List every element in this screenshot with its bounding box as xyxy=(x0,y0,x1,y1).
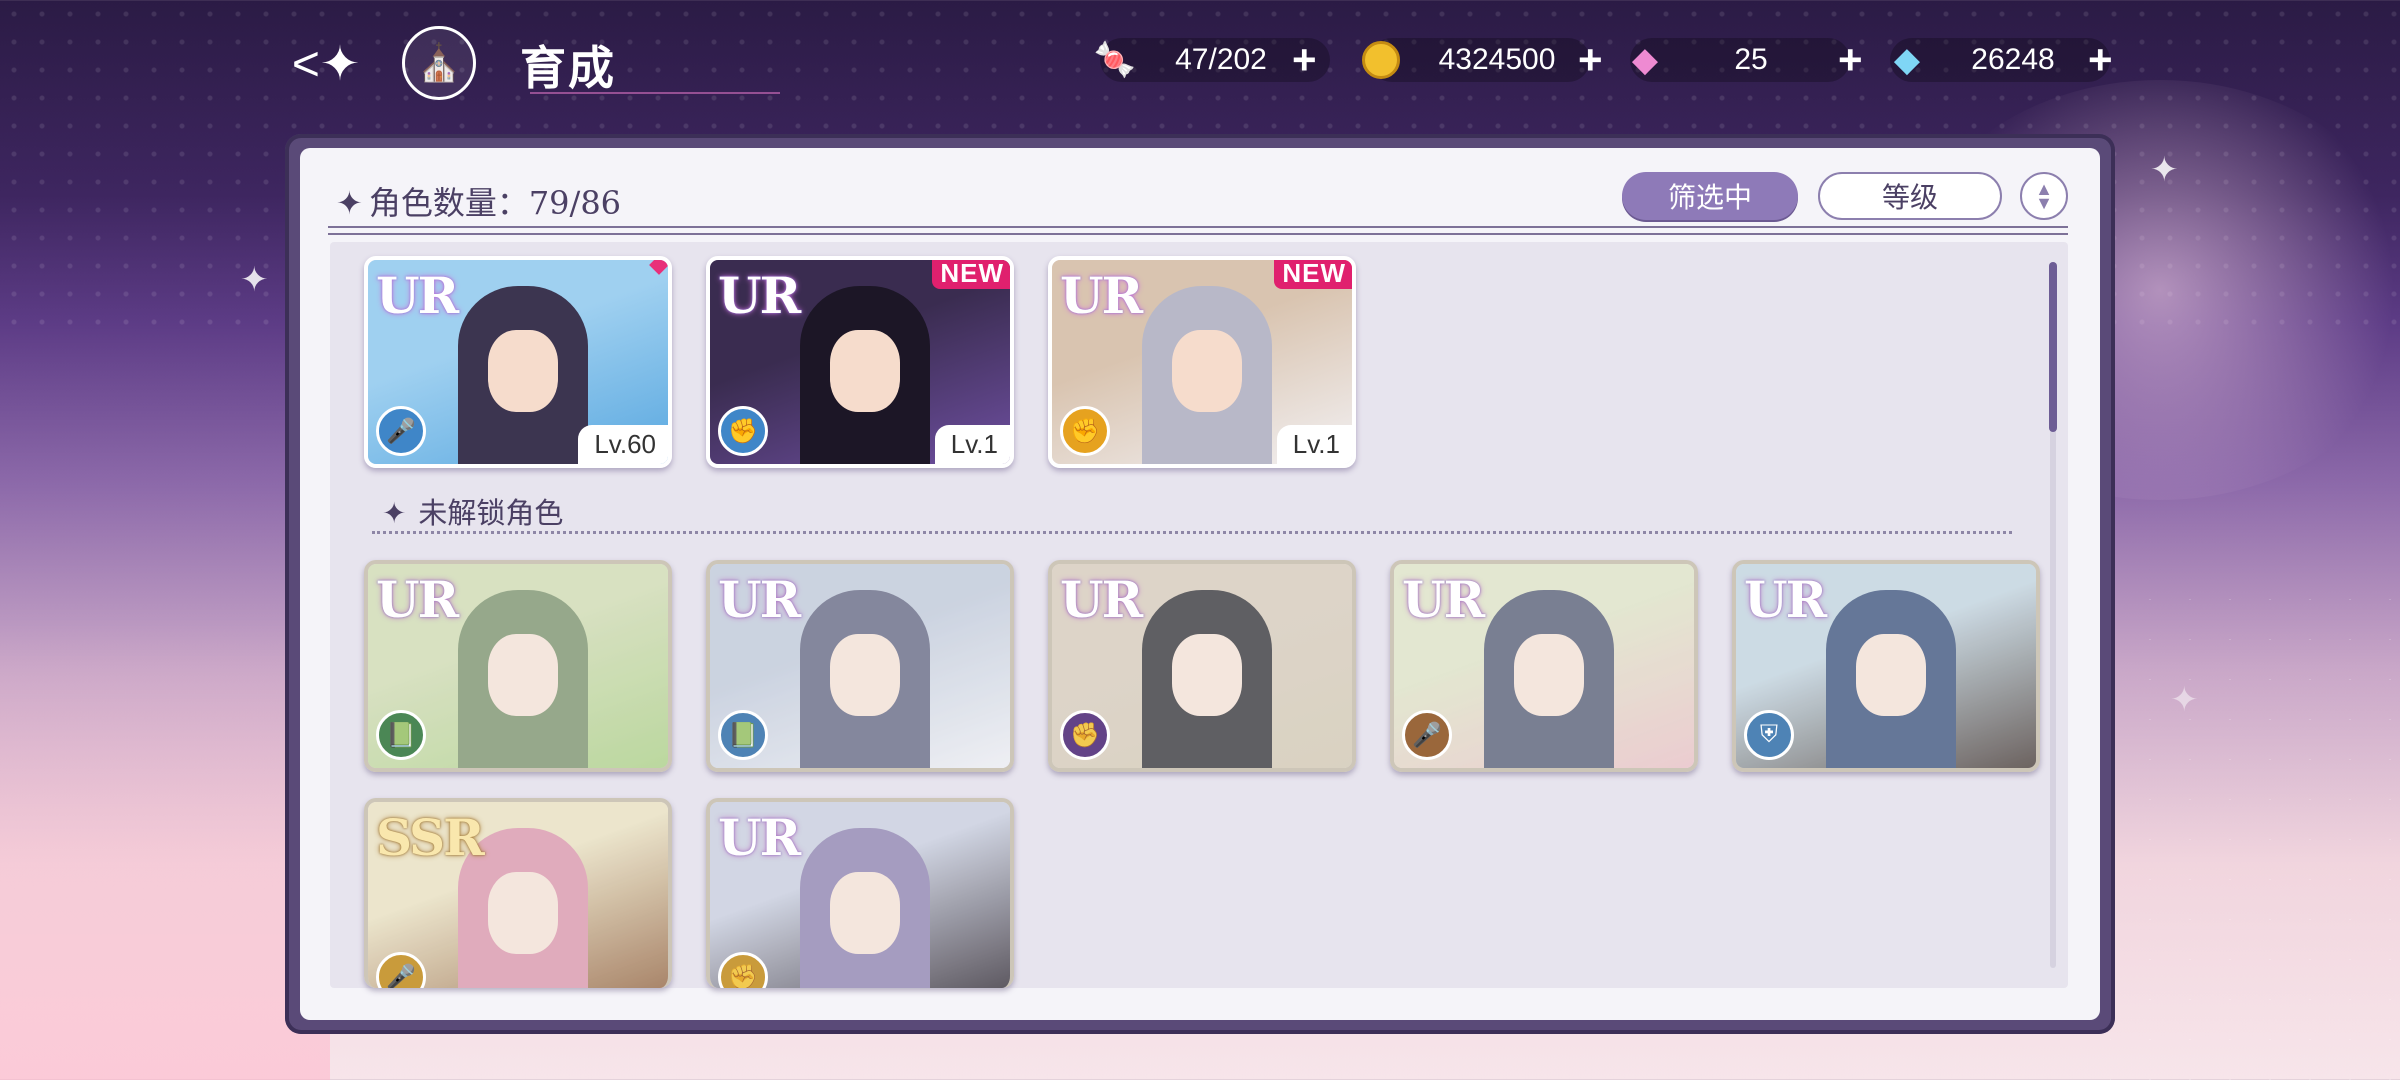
book-icon: 📗 xyxy=(718,710,768,760)
rarity-badge: SSR xyxy=(376,808,485,867)
sparkle-icon: ✦ xyxy=(240,261,269,299)
add-coin-button[interactable]: + xyxy=(1578,36,1603,84)
gold-coin-icon xyxy=(1356,38,1406,82)
candy-icon: 🍬 xyxy=(1093,41,1137,79)
fist-icon: ✊ xyxy=(1060,710,1110,760)
add-pink-gem-button[interactable]: + xyxy=(1838,36,1863,84)
currency-blue-gem: ◆ 26248 + xyxy=(1882,36,2113,84)
sparkle-icon: ✦ xyxy=(2150,151,2179,189)
character-card[interactable]: UR ✊ Lv.1 NEW xyxy=(706,256,1014,468)
sparkle-icon: ✦ xyxy=(2170,681,2199,719)
character-count-text: 角色数量：79/86 xyxy=(368,184,622,222)
locked-character-card[interactable]: UR ✊ xyxy=(706,798,1014,988)
rarity-badge: UR xyxy=(1744,570,1827,629)
scrollbar-thumb[interactable] xyxy=(2049,262,2057,432)
rarity-badge: UR xyxy=(1060,266,1143,325)
header-divider xyxy=(328,226,2068,235)
panel-header: ✦ 角色数量：79/86 筛选中 等级 ▲ ▼ xyxy=(336,172,2068,228)
new-badge: NEW xyxy=(932,260,1010,289)
coin-count: 4324500 xyxy=(1438,43,1556,76)
locked-character-card[interactable]: SSR 🎤 xyxy=(364,798,672,988)
microphone-icon: 🎤 xyxy=(1402,710,1452,760)
level-label: Lv.1 xyxy=(934,425,1010,464)
rarity-badge: UR xyxy=(718,266,801,325)
level-label: Lv.1 xyxy=(1276,425,1352,464)
locked-character-card[interactable]: UR ✊ xyxy=(1048,560,1356,772)
castle-icon: ⛪ xyxy=(416,42,462,83)
blue-diamond-icon: ◆ xyxy=(1893,41,1921,79)
locked-character-card[interactable]: UR 📗 xyxy=(706,560,1014,772)
add-blue-gem-button[interactable]: + xyxy=(2088,36,2113,84)
rarity-badge: UR xyxy=(718,570,801,629)
add-candy-button[interactable]: + xyxy=(1292,36,1317,84)
background-lattice xyxy=(2110,560,2400,1080)
currency-coin: 4324500 + xyxy=(1356,36,1603,84)
character-count: ✦ 角色数量：79/86 xyxy=(336,178,621,224)
rarity-badge: UR xyxy=(1060,570,1143,629)
sort-order-button[interactable]: ▲ ▼ xyxy=(2020,172,2068,220)
locked-section-title: ✦ 未解锁角色 xyxy=(382,490,563,532)
character-face xyxy=(488,330,558,412)
microphone-icon: 🎤 xyxy=(376,406,426,456)
character-card[interactable]: UR 🎤 Lv.60 xyxy=(364,256,672,468)
character-face xyxy=(1172,330,1242,412)
level-label: Lv.60 xyxy=(578,425,668,464)
sort-order-icon: ▲ ▼ xyxy=(2035,179,2053,213)
back-button[interactable]: <✦ xyxy=(285,28,367,100)
blue-gem-count: 26248 xyxy=(1971,43,2055,76)
filter-button[interactable]: 筛选中 xyxy=(1622,172,1798,220)
fist-icon: ✊ xyxy=(1060,406,1110,456)
rarity-badge: UR xyxy=(1402,570,1485,629)
shield-icon: ⛨ xyxy=(1744,710,1794,760)
book-icon: 📗 xyxy=(376,710,426,760)
currency-candy: 🍬 47/202 + xyxy=(1090,36,1317,84)
home-button[interactable]: ⛪ xyxy=(402,26,476,100)
section-divider xyxy=(372,531,2012,534)
sparkle-icon: ✦ xyxy=(336,184,363,222)
character-face xyxy=(830,330,900,412)
title-decoration xyxy=(530,68,780,94)
fist-icon: ✊ xyxy=(718,406,768,456)
rarity-badge: UR xyxy=(718,808,801,867)
rarity-badge: UR xyxy=(376,266,459,325)
sort-button[interactable]: 等级 xyxy=(1818,172,2002,220)
back-arrow-icon: <✦ xyxy=(291,38,361,91)
locked-character-card[interactable]: UR 🎤 xyxy=(1390,560,1698,772)
new-badge: NEW xyxy=(1274,260,1352,289)
locked-section-text: 未解锁角色 xyxy=(418,496,564,530)
background-castle xyxy=(0,620,330,1080)
character-card[interactable]: UR ✊ Lv.1 NEW xyxy=(1048,256,1356,468)
locked-character-card[interactable]: UR ⛨ xyxy=(1732,560,2040,772)
locked-character-card[interactable]: UR 📗 xyxy=(364,560,672,772)
currency-pink-gem: ◆ 25 + xyxy=(1620,36,1863,84)
rarity-badge: UR xyxy=(376,570,459,629)
pink-diamond-icon: ◆ xyxy=(1631,41,1659,79)
sparkle-icon: ✦ xyxy=(382,496,407,530)
pink-gem-count: 25 xyxy=(1734,43,1768,76)
candy-count: 47/202 xyxy=(1175,43,1267,76)
